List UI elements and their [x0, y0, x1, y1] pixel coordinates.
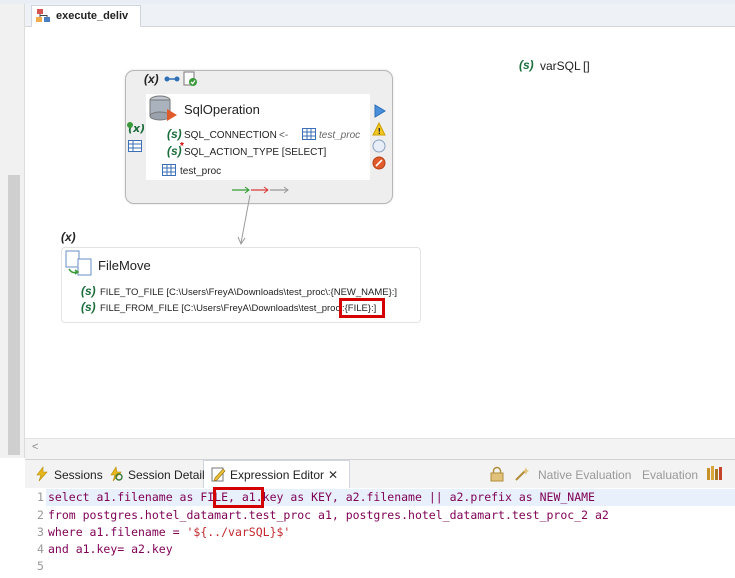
file-move-icon — [65, 250, 92, 276]
line-number: 5 — [37, 559, 44, 573]
param-icon: (s) — [81, 284, 96, 298]
code-token: a1.filename = — [82, 525, 187, 539]
filemove-node-title[interactable]: FileMove — [98, 258, 151, 273]
neutral-status-icon[interactable] — [372, 139, 386, 153]
table-view-icon[interactable] — [128, 140, 142, 152]
variable-marker-icon: (x) — [61, 230, 76, 244]
session-detail-icon — [110, 466, 123, 482]
close-tab-icon[interactable]: ✕ — [328, 468, 338, 482]
wand-icon[interactable] — [514, 466, 530, 482]
code-highlight-box — [213, 487, 264, 508]
horizontal-scrollbar[interactable] — [25, 438, 735, 459]
param-sql-action-type[interactable]: SQL_ACTION_TYPE [SELECT] — [184, 147, 326, 158]
connector-arrow[interactable] — [235, 195, 255, 247]
output-ports-icon[interactable] — [232, 186, 290, 194]
variable-name[interactable]: varSQL — [540, 59, 581, 73]
tab-expression-editor[interactable]: Expression Editor — [230, 468, 324, 482]
warning-icon[interactable]: ! — [372, 122, 386, 136]
line-number: 2 — [37, 508, 44, 522]
code-line-3[interactable]: where a1.filename = '${../varSQL}$' — [48, 525, 290, 539]
param-file-from-file[interactable]: FILE_FROM_FILE [C:\Users\FreyA\Downloads… — [100, 303, 340, 314]
library-icon[interactable] — [706, 465, 724, 481]
line-number: 1 — [37, 490, 44, 504]
scroll-left-icon[interactable]: < — [32, 441, 38, 453]
native-evaluation-button[interactable]: Native Evaluation — [538, 468, 631, 482]
editor-tab-title: execute_deliv — [56, 10, 129, 22]
code-token: select a1.filename as — [48, 490, 201, 504]
code-line-2[interactable]: from postgres.hotel_datamart.test_proc a… — [48, 508, 609, 522]
param-sql-connection[interactable]: SQL_CONNECTION — [184, 130, 277, 141]
param-icon: (s) — [167, 127, 182, 141]
param-connection-source: test_proc — [319, 130, 361, 141]
line-number: 3 — [37, 525, 44, 539]
vertical-scrollbar[interactable] — [8, 175, 20, 455]
document-check-icon — [183, 71, 197, 86]
param-arrow: <- — [279, 130, 289, 141]
sql-node-title[interactable]: SqlOperation — [184, 102, 260, 117]
table-icon — [302, 128, 316, 140]
link-icon — [164, 76, 180, 82]
play-icon[interactable] — [374, 104, 386, 118]
code-token: a1.key as KEY, a2.filename || a2.prefix … — [234, 490, 595, 504]
code-token: a1.key= a2.key — [68, 542, 173, 556]
tab-sessions[interactable]: Sessions — [54, 468, 103, 482]
tab-session-detail[interactable]: Session Detail — [128, 468, 205, 482]
table-icon — [162, 164, 176, 176]
variable-value: [] — [583, 59, 590, 73]
code-token: where — [48, 525, 83, 539]
code-line-1[interactable]: select a1.filename as FILE, a1.key as KE… — [48, 490, 595, 504]
evaluation-button[interactable]: Evaluation — [642, 468, 698, 482]
sql-node-table[interactable]: test_proc — [180, 166, 221, 177]
add-variable-icon[interactable]: (x) — [126, 121, 144, 135]
variable-marker-icon: (x) — [144, 72, 159, 86]
database-icon — [149, 95, 177, 121]
code-line-4[interactable]: and a1.key= a2.key — [48, 542, 173, 556]
code-string: '${../varSQL}$' — [186, 525, 291, 539]
process-icon — [36, 9, 50, 22]
lock-icon[interactable] — [489, 466, 505, 482]
svg-text:!: ! — [378, 127, 382, 136]
expression-editor-icon — [211, 467, 226, 482]
line-number: 4 — [37, 542, 44, 556]
error-icon[interactable] — [372, 156, 386, 170]
sessions-icon — [36, 466, 48, 482]
code-token: and — [48, 542, 69, 556]
param-file-highlight: :{FILE}:] — [342, 303, 377, 314]
param-file-to-file[interactable]: FILE_TO_FILE [C:\Users\FreyA\Downloads\t… — [100, 287, 397, 298]
param-icon: (s) — [81, 300, 96, 314]
variable-icon: (s) — [519, 58, 534, 72]
